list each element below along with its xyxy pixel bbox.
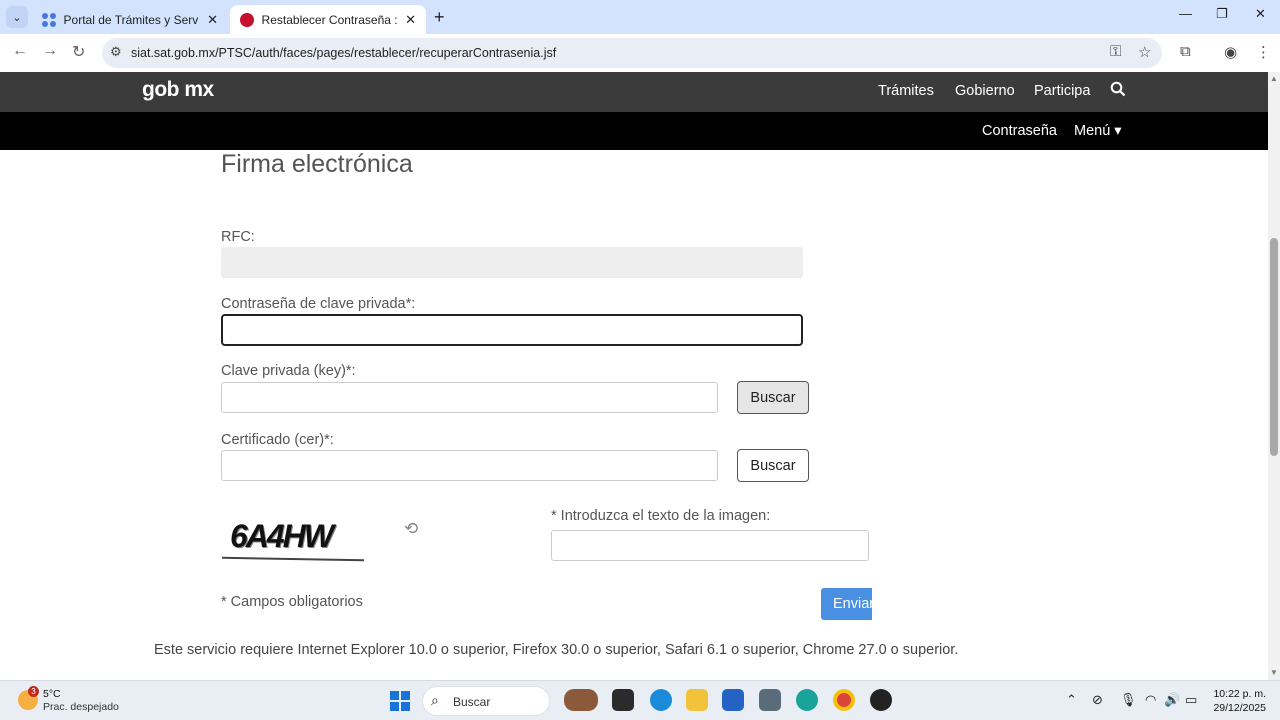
maximize-icon[interactable]: ❐	[1216, 6, 1228, 22]
enviar-button[interactable]: Enviar	[821, 588, 872, 620]
browser-toolbar: ← → ↻ ⚙ siat.sat.gob.mx/PTSC/auth/faces/…	[0, 34, 1280, 72]
weather-badge: 3	[28, 686, 39, 697]
battery-icon[interactable]: ▭	[1185, 692, 1197, 708]
tab-title: Restablecer Contraseña :: GobMx	[261, 12, 398, 27]
wifi-icon[interactable]: ◠	[1145, 692, 1156, 708]
nav-menu-dropdown[interactable]: Menú ▾	[1074, 123, 1122, 139]
weather-condition[interactable]: Prac. despejado	[43, 701, 119, 713]
gob-header: gob mx Trámites Gobierno Participa	[0, 72, 1268, 112]
tab-title: Portal de Trámites y Servicios de	[63, 12, 200, 27]
tab-favicon-icon	[42, 12, 56, 27]
clock-time: 10:22 p. m.	[1213, 688, 1266, 700]
volume-icon[interactable]: 🔊	[1164, 692, 1180, 708]
nav-contrasena[interactable]: Contraseña	[982, 123, 1057, 139]
page-title: Firma electrónica	[221, 150, 413, 178]
search-icon: ⌕	[431, 692, 439, 708]
violin-app-icon[interactable]	[564, 689, 598, 711]
scroll-up-icon[interactable]: ▲	[1270, 74, 1278, 83]
network-off-icon[interactable]: ⊘	[1092, 692, 1103, 708]
copilot-icon[interactable]	[796, 689, 818, 711]
captcha-label: * Introduzca el texto de la imagen:	[551, 508, 771, 524]
buscar-key-button[interactable]: Buscar	[737, 381, 809, 414]
edge-browser-icon[interactable]	[650, 689, 672, 711]
file-explorer-icon[interactable]	[686, 689, 708, 711]
password-key-icon[interactable]: ⚿	[1110, 43, 1121, 60]
reload-icon[interactable]: ↻	[72, 42, 85, 62]
forward-icon[interactable]: →	[42, 42, 58, 60]
nav-gobierno[interactable]: Gobierno	[955, 83, 1015, 99]
refresh-captcha-icon[interactable]: ⟲	[404, 519, 418, 539]
browser-tab-strip: ⌄ Portal de Trámites y Servicios de ✕ Re…	[0, 0, 1280, 34]
tab-favicon-icon	[240, 12, 254, 27]
key-label: Clave privada (key)*:	[221, 363, 356, 379]
close-tab-icon[interactable]: ✕	[405, 12, 416, 28]
microphone-icon[interactable]: 🎙	[1120, 692, 1137, 708]
gob-logo[interactable]: gob mx	[142, 78, 214, 102]
terminal-app-icon[interactable]	[612, 689, 634, 711]
password-label: Contraseña de clave privada*:	[221, 296, 416, 312]
sub-navigation: Contraseña Menú ▾	[0, 112, 1268, 150]
cert-label: Certificado (cer)*:	[221, 432, 334, 448]
minimize-icon[interactable]: —	[1179, 6, 1192, 21]
nav-tramites[interactable]: Trámites	[878, 83, 934, 99]
chevron-up-icon[interactable]: ⌃	[1066, 692, 1077, 708]
windows-taskbar: 3 5°C Prac. despejado ⌕ Buscar ⌃ ⊘ 🎙 ◠ 🔊…	[0, 680, 1280, 720]
address-bar[interactable]: ⚙ siat.sat.gob.mx/PTSC/auth/faces/pages/…	[102, 38, 1162, 68]
taskbar-clock[interactable]: 10:22 p. m. 29/12/2025	[1206, 687, 1266, 715]
key-file-input[interactable]	[221, 382, 718, 413]
cert-file-input[interactable]	[221, 450, 718, 481]
extensions-icon[interactable]: ⧉	[1180, 43, 1191, 60]
taskbar-search-label: Buscar	[453, 695, 491, 709]
taskbar-search[interactable]: ⌕ Buscar	[422, 686, 550, 716]
weather-temp[interactable]: 5°C	[43, 688, 61, 700]
tab-search-dropdown[interactable]: ⌄	[6, 6, 28, 28]
chrome-icon[interactable]	[833, 689, 855, 711]
clock-date: 29/12/2025	[1213, 702, 1266, 714]
tab-restablecer-contrasena[interactable]: Restablecer Contraseña :: GobMx ✕	[230, 5, 426, 34]
bookmark-star-icon[interactable]: ☆	[1138, 43, 1151, 61]
search-icon[interactable]	[1110, 81, 1126, 102]
nav-participa[interactable]: Participa	[1034, 83, 1090, 99]
required-note: * Campos obligatorios	[221, 594, 363, 610]
private-key-password-input[interactable]	[221, 314, 803, 346]
rfc-label: RFC:	[221, 229, 255, 245]
scroll-down-icon[interactable]: ▼	[1270, 668, 1278, 677]
captcha-input[interactable]	[551, 530, 869, 561]
site-info-icon[interactable]: ⚙	[110, 44, 122, 60]
browser-requirements-note: Este servicio requiere Internet Explorer…	[154, 642, 959, 658]
profile-icon[interactable]: ◉	[1224, 43, 1237, 61]
start-windows-icon[interactable]	[390, 691, 410, 711]
calculator-icon[interactable]	[759, 689, 781, 711]
buscar-cert-button[interactable]: Buscar	[737, 449, 809, 482]
new-tab-button[interactable]: +	[434, 7, 445, 28]
app-icon[interactable]	[870, 689, 892, 711]
back-icon[interactable]: ←	[12, 42, 28, 60]
url-text[interactable]: siat.sat.gob.mx/PTSC/auth/faces/pages/re…	[131, 46, 556, 60]
store-app-icon[interactable]	[722, 689, 744, 711]
close-tab-icon[interactable]: ✕	[207, 12, 218, 28]
menu-kebab-icon[interactable]: ⋮	[1256, 43, 1271, 61]
tab-portal-tramites[interactable]: Portal de Trámites y Servicios de ✕	[32, 5, 228, 34]
scrollbar-thumb[interactable]	[1270, 238, 1278, 456]
captcha-image: 6A4HW	[221, 518, 365, 564]
close-window-icon[interactable]: ✕	[1255, 6, 1266, 22]
captcha-line	[221, 556, 365, 562]
captcha-text: 6A4HW	[230, 518, 334, 554]
rfc-field	[221, 247, 803, 278]
